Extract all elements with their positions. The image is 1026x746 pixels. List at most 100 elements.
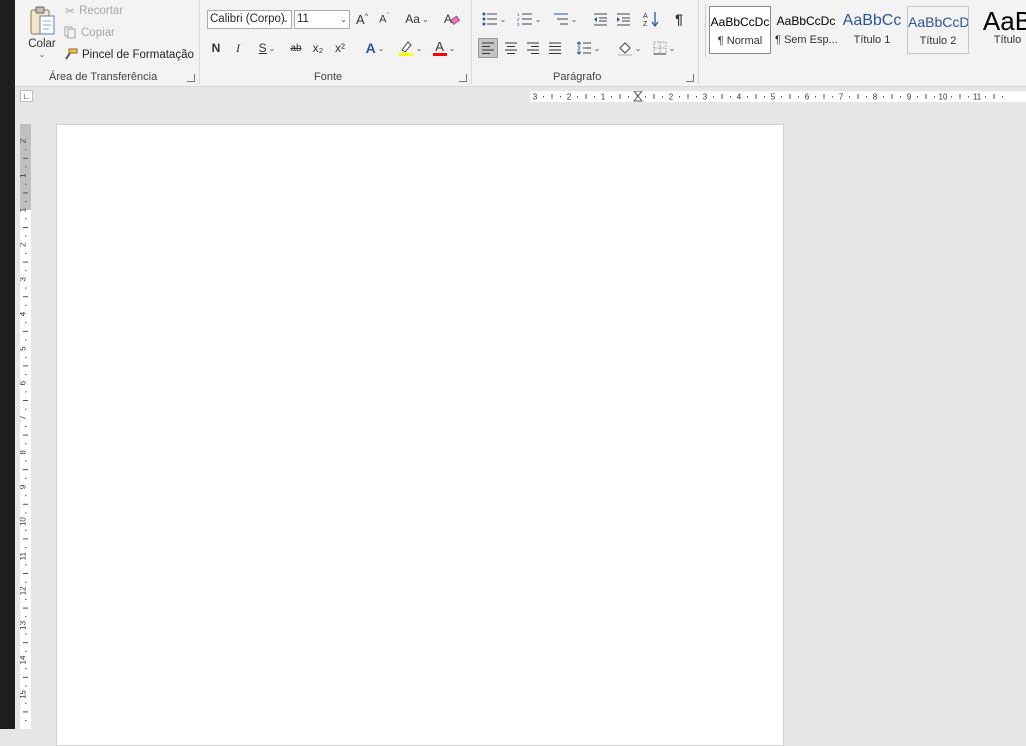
chevron-down-icon: ⌄ [534,14,542,24]
clipboard-dialog-launcher[interactable] [187,74,195,82]
ruler-tick-mark [25,322,27,324]
ruler-tick-mark [560,96,561,98]
align-center-button[interactable] [501,38,521,58]
ruler-tick-mark [25,495,27,497]
paintbrush-icon [64,48,78,61]
document-page[interactable] [56,124,784,746]
vertical-ruler[interactable]: 21123456789101112131415 [20,124,31,729]
font-size-combo[interactable]: 11 ⌄ [294,10,350,29]
strikethrough-button[interactable]: ab [287,38,305,58]
ruler-tick-mark [815,96,816,98]
borders-button[interactable]: ⌄ [649,38,679,58]
ruler-tick-label: 4 [737,93,742,102]
change-case-button[interactable]: Aa ⌄ [401,9,433,29]
bold-button[interactable]: N [208,38,224,58]
tab-stop-selector[interactable]: ∟ [20,90,33,102]
ruler-tick-mark [585,94,587,99]
copy-icon [64,26,77,39]
highlight-color-button[interactable]: ⌄ [395,38,425,58]
paragraph-dialog-launcher[interactable] [686,74,694,82]
ruler-tick-mark [23,296,28,298]
underline-button[interactable]: S ⌄ [252,38,282,58]
ruler-tick-mark [23,607,28,609]
ruler-tick-mark [23,227,28,228]
ruler-tick-mark [25,633,27,635]
style-preview: AaB [982,6,1026,34]
grow-font-button[interactable]: A^ [353,9,371,29]
ruler-tick-mark [25,183,27,185]
line-spacing-button[interactable]: ⌄ [573,38,603,58]
ruler-tick-label: 4 [20,311,28,316]
cut-button[interactable]: ✂ Recortar [65,4,123,18]
ruler-tick-label: 5 [20,346,28,351]
align-left-button[interactable] [478,38,498,58]
format-painter-button[interactable]: Pincel de Formatação [64,48,194,61]
font-color-button[interactable]: A ⌄ [429,38,459,58]
shrink-font-button[interactable]: Aˇ [375,9,393,29]
ruler-tick-mark [25,287,27,289]
bold-label: N [211,41,221,55]
paste-label: Colar [28,37,56,50]
ruler-tick-mark [934,96,935,98]
ruler-tick-mark [551,94,553,99]
numbering-button[interactable]: 1 2 3 ⌄ [514,9,544,29]
ruler-tick-mark [25,529,27,531]
font-name-value: Calibri (Corpo) [210,13,285,25]
ruler-tick-mark [687,94,689,99]
bullets-button[interactable]: ⌄ [479,9,509,29]
multilevel-list-icon [553,12,569,26]
font-size-value: 11 [297,13,309,25]
ruler-tick-label: 6 [805,93,810,102]
superscript-button[interactable]: x² [331,38,349,58]
style-heading-1[interactable]: AaBbCc Título 1 [841,6,903,54]
ruler-tick-mark [25,564,27,566]
ruler-tick-label: 7 [839,93,844,102]
change-case-label: Aa [405,12,420,26]
italic-button[interactable]: I [230,38,246,58]
style-heading-2[interactable]: AaBbCcD Título 2 [907,6,969,54]
font-dialog-launcher[interactable] [459,74,467,82]
clear-formatting-button[interactable]: A [443,9,461,29]
style-normal[interactable]: AaBbCcDc ¶ Normal [709,6,771,54]
ruler-tick-label: 7 [20,415,28,420]
ruler-tick-mark [543,96,544,98]
justify-button[interactable] [545,38,565,58]
ruler-tick-mark [23,642,28,644]
ruler-tick-mark [619,94,621,99]
multilevel-list-button[interactable]: ⌄ [550,9,580,29]
ruler-tick-mark [25,218,27,220]
ruler-tick-mark [993,94,995,99]
grow-font-icon: A^ [356,11,368,27]
horizontal-ruler[interactable]: 3211234567891011 [530,90,1026,102]
ruler-tick-mark [25,391,27,393]
sort-button[interactable]: A Z [642,9,660,29]
ruler-tick-mark [25,512,27,514]
style-no-spacing[interactable]: AaBbCcDc ¶ Sem Esp... [775,6,837,54]
ruler-tick-mark [23,400,28,401]
ruler-tick-label: 1 [601,93,606,102]
align-right-button[interactable] [523,38,543,58]
ruler-tick-label: 14 [20,655,28,664]
decrease-indent-button[interactable] [591,9,609,29]
paste-button[interactable]: Colar ⌄ [23,3,61,61]
shading-button[interactable]: ⌄ [614,38,644,58]
ruler-tick-mark [25,374,27,376]
ruler-tick-mark [25,201,27,203]
style-title[interactable]: AaB Título [973,6,1026,54]
subscript-label: x₂ [312,41,324,55]
ribbon: Colar ⌄ ✂ Recortar Copiar Pincel de Form… [15,0,1026,87]
ruler-tick-mark [662,96,663,98]
font-color-letter: A [435,38,444,54]
text-effects-button[interactable]: A ⌄ [360,38,390,58]
ruler-tick-label: 3 [533,93,538,102]
style-name: Título 1 [853,34,891,46]
ruler-tick-mark [730,96,731,98]
subscript-button[interactable]: x₂ [309,38,327,58]
increase-indent-button[interactable] [614,9,632,29]
copy-button[interactable]: Copiar [64,26,115,39]
ruler-tick-label: 2 [567,93,572,102]
show-marks-button[interactable]: ¶ [670,9,688,29]
ruler-tick-mark [23,538,28,540]
ruler-tick-label: 10 [20,517,28,526]
font-name-combo[interactable]: Calibri (Corpo) ⌄ [207,10,292,29]
